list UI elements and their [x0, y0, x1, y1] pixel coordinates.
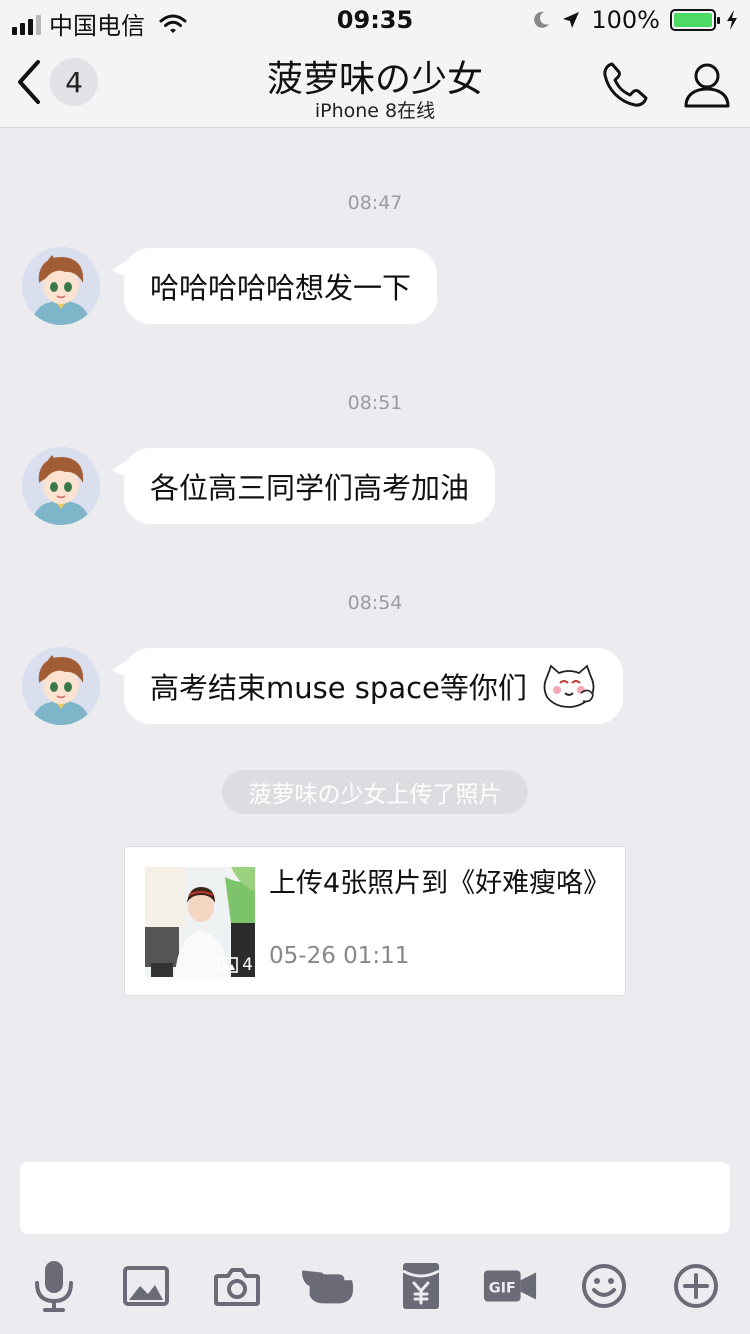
bubble-tail [112, 260, 128, 278]
bubble-tail [112, 660, 128, 678]
chevron-left-icon [18, 60, 40, 104]
input-toolbar: GIF [0, 1250, 750, 1320]
message-timestamp: 08:47 [347, 192, 403, 214]
unread-count-badge: 4 [50, 58, 98, 106]
call-button[interactable] [600, 60, 650, 114]
poke-icon [301, 1270, 354, 1304]
more-button[interactable] [668, 1258, 724, 1314]
message-text: 各位高三同学们高考加油 [150, 471, 470, 505]
svg-text:GIF: GIF [489, 1281, 516, 1297]
avatar[interactable] [22, 247, 100, 325]
plus-icon [674, 1264, 718, 1308]
image-icon [123, 1266, 169, 1306]
back-button[interactable]: 4 [14, 58, 98, 106]
voice-button[interactable] [26, 1258, 82, 1314]
microphone-icon [35, 1261, 73, 1312]
camera-icon [214, 1268, 260, 1306]
photo-count-label: 4 [242, 955, 253, 975]
nav-bar: 4 菠萝味の少女 iPhone 8在线 [0, 40, 750, 128]
message-bubble[interactable]: 哈哈哈哈哈想发一下 [112, 248, 438, 324]
message-timestamp: 08:51 [347, 392, 403, 414]
camera-button[interactable] [209, 1258, 265, 1314]
battery-percent: 100% [591, 6, 660, 34]
album-thumbnail: 4 [145, 867, 255, 977]
message-input[interactable] [20, 1162, 730, 1234]
photo-count: 4 [218, 955, 253, 975]
status-right: 100% [531, 6, 738, 34]
avatar-image [22, 647, 100, 725]
online-status: iPhone 8在线 [314, 100, 436, 122]
red-packet-button[interactable] [393, 1258, 449, 1314]
message-bubble[interactable]: 各位高三同学们高考加油 [112, 448, 496, 524]
message-bubble[interactable]: 高考结束muse space等你们 [112, 648, 623, 724]
red-packet-icon [402, 1263, 440, 1309]
message-text: 高考结束muse space等你们 [150, 671, 527, 705]
avatar[interactable] [22, 647, 100, 725]
emoji-button[interactable] [576, 1258, 632, 1314]
person-icon [684, 63, 730, 108]
gif-button[interactable]: GIF [482, 1258, 538, 1314]
status-bar: 中国电信 09:35 100% [0, 0, 750, 40]
poke-button[interactable] [300, 1258, 356, 1314]
battery-icon [670, 9, 720, 31]
gif-icon: GIF [483, 1270, 537, 1302]
emoji-icon [582, 1264, 626, 1308]
avatar[interactable] [22, 447, 100, 525]
system-notice: 菠萝味の少女上传了照片 [222, 770, 528, 814]
album-share-card[interactable]: 4 上传4张照片到《好难瘦咯》 05-26 01:11 [124, 846, 626, 996]
bubble-tail [112, 460, 128, 478]
image-stack-icon [218, 957, 238, 973]
cat-sticker-icon [543, 664, 595, 708]
charging-icon [727, 10, 737, 30]
phone-icon [603, 62, 648, 107]
page-title: 菠萝味の少女 [266, 59, 483, 100]
message-timestamp: 08:54 [347, 592, 403, 614]
message-text: 哈哈哈哈哈想发一下 [150, 271, 412, 305]
battery-fill [674, 13, 712, 27]
photo-button[interactable] [118, 1258, 174, 1314]
location-icon [563, 12, 580, 28]
avatar-image [22, 247, 100, 325]
album-date: 05-26 01:11 [269, 943, 410, 969]
avatar-image [22, 447, 100, 525]
moon-icon [534, 11, 550, 28]
album-title: 上传4张照片到《好难瘦咯》 [269, 868, 611, 899]
profile-button[interactable] [682, 60, 732, 114]
